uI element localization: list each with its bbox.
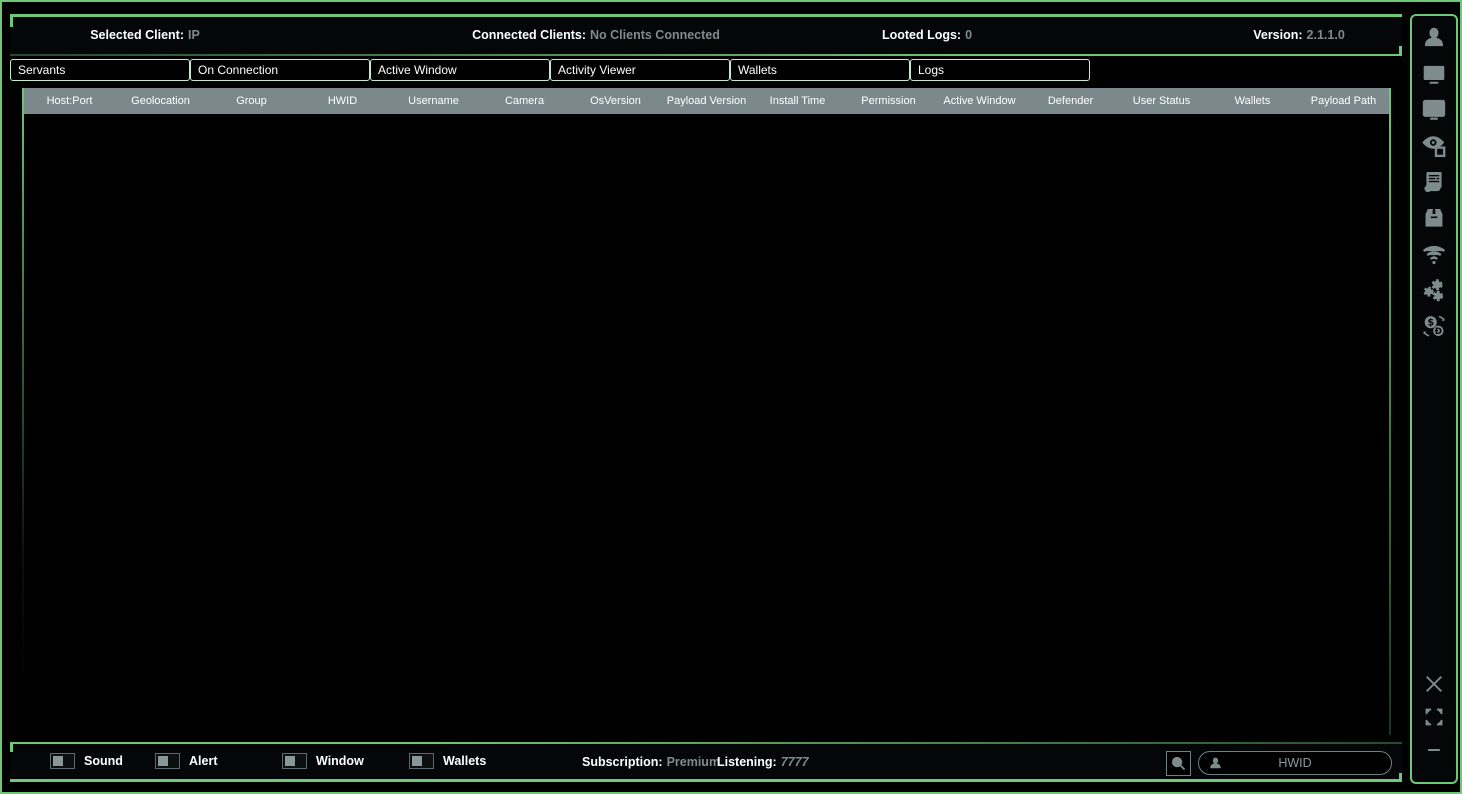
network-button[interactable] — [1419, 241, 1449, 267]
column-header-active-window[interactable]: Active Window — [934, 95, 1025, 107]
window-controls — [1419, 671, 1449, 770]
column-header-group[interactable]: Group — [206, 95, 297, 107]
tab-active-window[interactable]: Active Window — [370, 59, 550, 81]
connected-clients-status: Connected Clients: No Clients Connected — [472, 28, 720, 42]
statusbar: Sound Alert Window Wallets Subscription:… — [10, 742, 1402, 782]
logs-receipt-icon — [1421, 169, 1447, 195]
sound-toggle-group: Sound — [50, 753, 123, 769]
logs-button[interactable] — [1419, 169, 1449, 195]
column-header-defender[interactable]: Defender — [1025, 95, 1116, 107]
listening-port-value: 7777 — [781, 755, 809, 769]
window-toggle[interactable] — [282, 753, 307, 769]
listening-label: Listening: — [717, 755, 777, 769]
app-window: Selected Client: IP Connected Clients: No … — [0, 0, 1462, 794]
version-status: Version: 2.1.1.0 — [1253, 28, 1345, 42]
wallets-toggle-group: Wallets — [409, 753, 486, 769]
minimize-icon — [1424, 740, 1444, 760]
close-icon — [1423, 673, 1445, 695]
column-header-payload-version[interactable]: Payload Version — [661, 95, 752, 107]
search-button[interactable] — [1166, 751, 1191, 776]
topbar: Selected Client: IP Connected Clients: No … — [10, 14, 1402, 56]
maximize-icon — [1424, 707, 1444, 727]
looted-logs-status: Looted Logs: 0 — [882, 28, 972, 42]
statusbar-border-accent — [1399, 773, 1402, 782]
sound-toggle-label: Sound — [84, 754, 123, 768]
toggle-knob — [285, 756, 295, 766]
wifi-icon — [1421, 241, 1447, 267]
toggle-knob — [158, 756, 168, 766]
listening-status: Listening: 7777 — [717, 755, 809, 769]
tab-bar: Servants On Connection Active Window Act… — [10, 59, 1090, 82]
maximize-button[interactable] — [1419, 704, 1449, 730]
connected-clients-value: No Clients Connected — [590, 28, 720, 42]
tab-activity-viewer[interactable]: Activity Viewer — [550, 59, 730, 81]
crypto-clipper-button[interactable]: $Đ — [1419, 313, 1449, 339]
remote-desktop-button[interactable] — [1419, 61, 1449, 87]
column-header-user-status[interactable]: User Status — [1116, 95, 1207, 107]
alert-toggle-label: Alert — [189, 754, 217, 768]
selected-client-value: IP — [188, 28, 200, 42]
eye-viewer-icon — [1421, 133, 1447, 159]
subscription-status: Subscription: Premium — [582, 755, 720, 769]
selected-client-status: Selected Client: IP — [90, 28, 200, 42]
alert-toggle[interactable] — [155, 753, 180, 769]
column-header-host-port[interactable]: Host:Port — [24, 95, 115, 107]
connected-clients-label: Connected Clients: — [472, 28, 586, 42]
system-monitor-button[interactable] — [1419, 97, 1449, 123]
tab-on-connection[interactable]: On Connection — [190, 59, 370, 81]
column-header-hwid[interactable]: HWID — [297, 95, 388, 107]
version-value: 2.1.1.0 — [1307, 28, 1345, 42]
hwid-search-input[interactable] — [1199, 752, 1391, 774]
window-toggle-label: Window — [316, 754, 364, 768]
sidebar: $Đ — [1410, 14, 1458, 784]
viewer-button[interactable] — [1419, 133, 1449, 159]
spy-icon — [1421, 25, 1447, 51]
close-button[interactable] — [1419, 671, 1449, 697]
sound-toggle[interactable] — [50, 753, 75, 769]
looted-logs-label: Looted Logs: — [882, 28, 961, 42]
column-header-camera[interactable]: Camera — [479, 95, 570, 107]
svg-text:$: $ — [1427, 318, 1434, 329]
spy-button[interactable] — [1419, 25, 1449, 51]
column-header-username[interactable]: Username — [388, 95, 479, 107]
statusbar-border-accent — [10, 742, 13, 752]
clients-table-header: Host:Port Geolocation Group HWID Usernam… — [24, 88, 1389, 114]
wallets-toggle-label: Wallets — [443, 754, 486, 768]
alert-toggle-group: Alert — [155, 753, 217, 769]
table-border-right — [1389, 88, 1391, 735]
subscription-label: Subscription: — [582, 755, 663, 769]
minimize-button[interactable] — [1419, 737, 1449, 763]
column-header-wallets[interactable]: Wallets — [1207, 95, 1298, 107]
clients-table-body[interactable] — [24, 114, 1389, 735]
toggle-knob — [412, 756, 422, 766]
topbar-border-accent — [1399, 46, 1402, 56]
wallets-toggle[interactable] — [409, 753, 434, 769]
version-label: Version: — [1253, 28, 1302, 42]
tab-wallets[interactable]: Wallets — [730, 59, 910, 81]
search-icon — [1170, 755, 1187, 772]
gears-icon — [1421, 277, 1447, 303]
subscription-value: Premium — [667, 755, 721, 769]
tab-servants[interactable]: Servants — [10, 59, 190, 81]
column-header-permission[interactable]: Permission — [843, 95, 934, 107]
selected-client-label: Selected Client: — [90, 28, 184, 42]
column-header-payload-path[interactable]: Payload Path — [1298, 95, 1389, 107]
tab-logs[interactable]: Logs — [910, 59, 1090, 81]
column-header-geolocation[interactable]: Geolocation — [115, 95, 206, 107]
hwid-search-field — [1198, 751, 1392, 775]
builder-button[interactable] — [1419, 205, 1449, 231]
activity-monitor-icon — [1421, 97, 1447, 123]
column-header-install-time[interactable]: Install Time — [752, 95, 843, 107]
topbar-border-accent — [10, 14, 13, 27]
settings-button[interactable] — [1419, 277, 1449, 303]
svg-text:Đ: Đ — [1435, 327, 1442, 337]
looted-logs-value: 0 — [965, 28, 972, 42]
package-icon — [1421, 205, 1447, 231]
toggle-knob — [53, 756, 63, 766]
window-toggle-group: Window — [282, 753, 364, 769]
currency-exchange-icon: $Đ — [1421, 313, 1447, 339]
column-header-osversion[interactable]: OsVersion — [570, 95, 661, 107]
monitor-icon — [1421, 61, 1447, 87]
